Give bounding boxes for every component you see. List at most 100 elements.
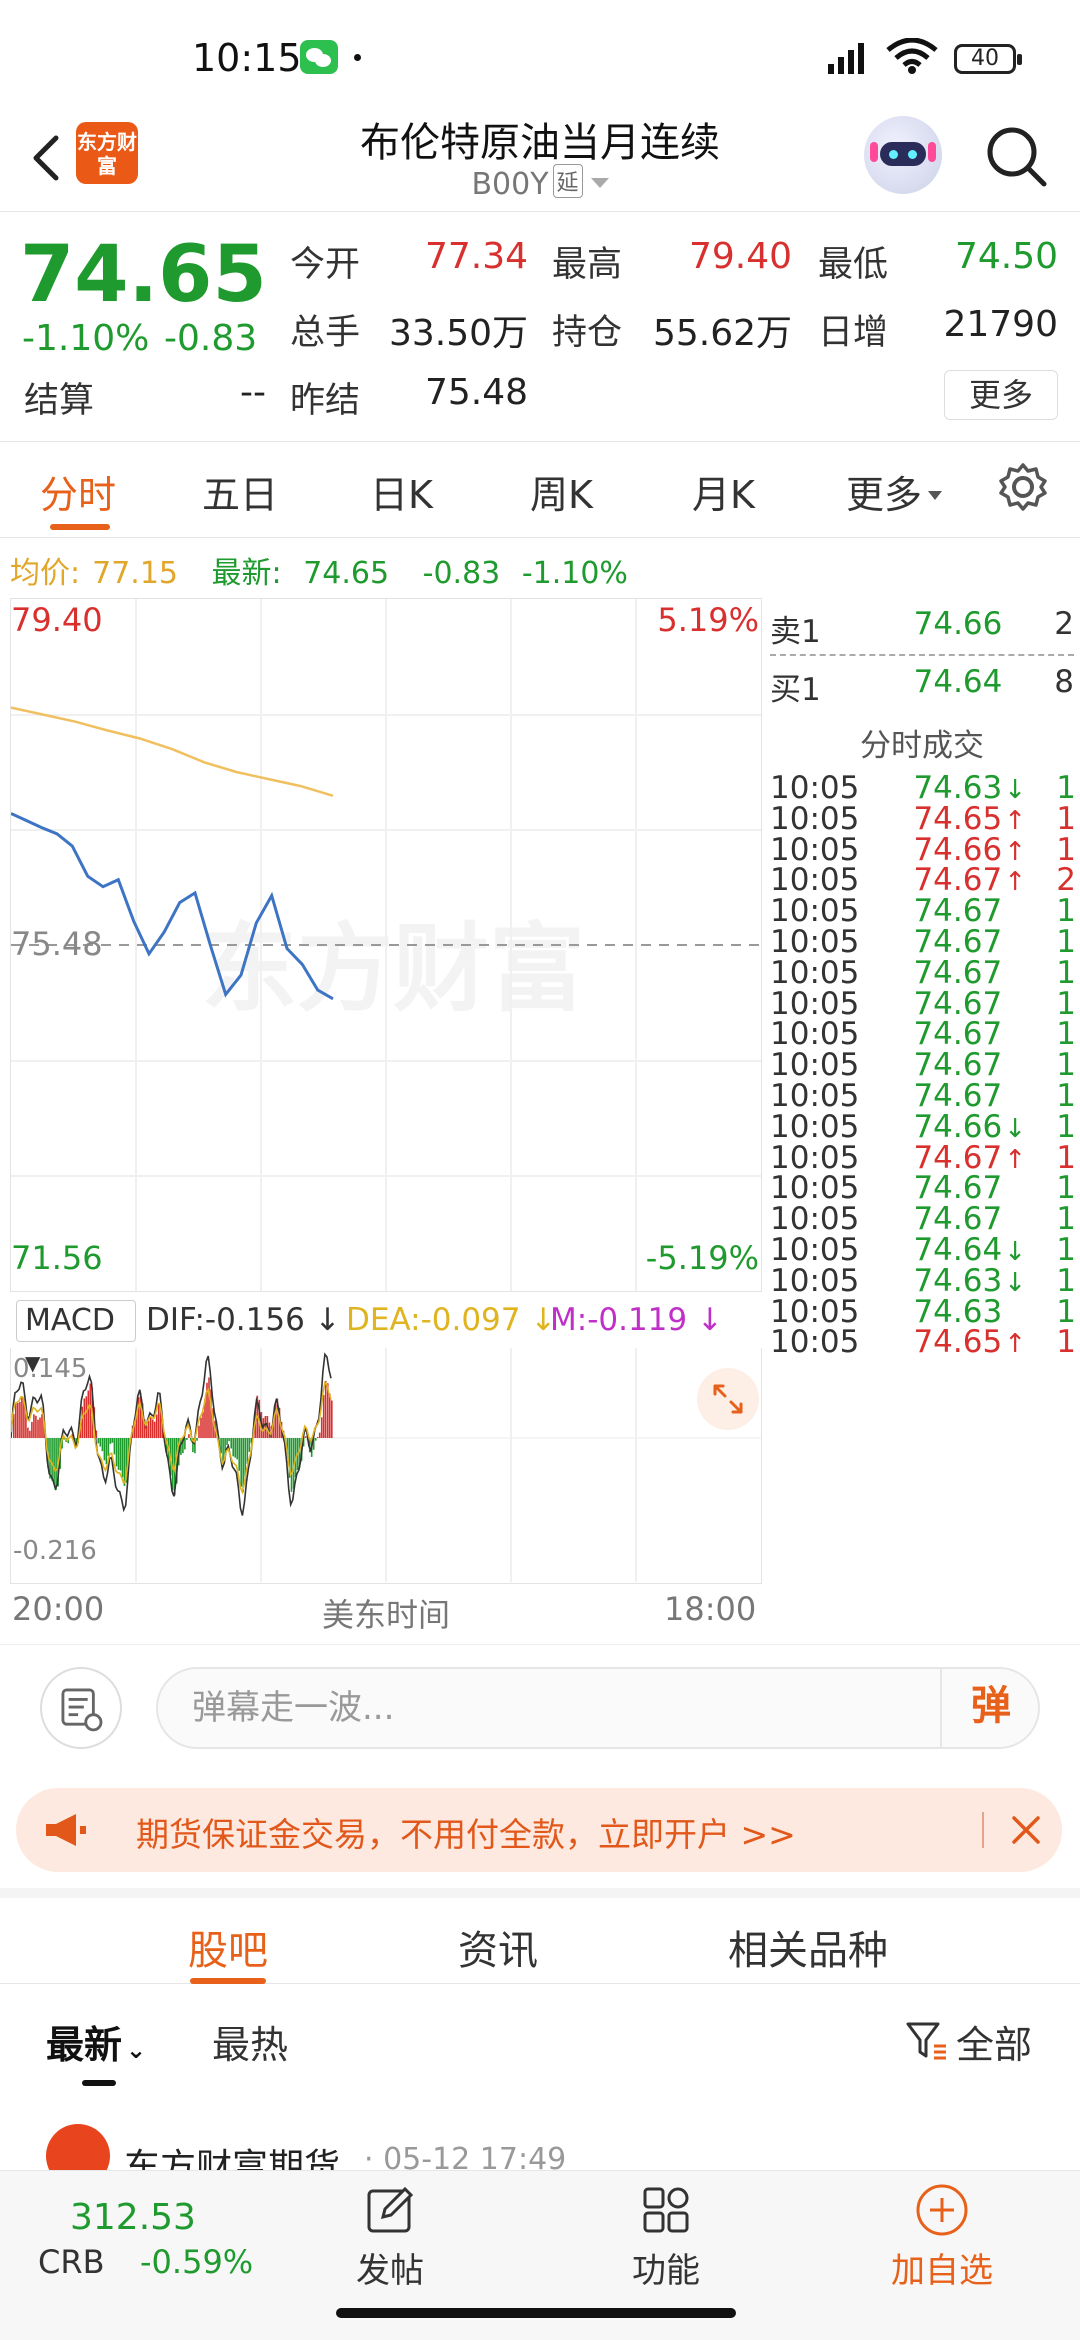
expand-icon[interactable] (697, 1368, 759, 1430)
functions-button-label: 功能 (632, 2251, 700, 2291)
open-interest-label: 持仓 (552, 313, 623, 353)
macd-bar (184, 1438, 186, 1450)
macd-chart[interactable]: 0.145 -0.216 (10, 1348, 762, 1584)
gear-icon[interactable] (998, 462, 1048, 512)
prev-settlement-label: 昨结 (290, 381, 361, 421)
tick-time: 10:05 (770, 1324, 860, 1361)
grid-icon (643, 2187, 689, 2233)
macd-bar (107, 1438, 110, 1456)
macd-bar (318, 1432, 321, 1438)
battery-icon: 40 (954, 44, 1022, 74)
quote-panel: 74.65 -1.10% -0.83 今开 77.34 最高 79.40 最低 … (0, 212, 1080, 442)
tab-weekly-k[interactable]: 周K (530, 464, 593, 519)
tab-forum[interactable]: 股吧 (188, 1918, 268, 1976)
open-label: 今开 (290, 245, 361, 285)
filter-icon[interactable] (904, 2018, 948, 2062)
macd-bar (109, 1438, 112, 1444)
tab-daily-k[interactable]: 日K (370, 464, 433, 519)
order-book: 卖1 74.66 2 买1 74.64 8 分时成交 10:05 74.63↓ 1 1… (764, 598, 1080, 1644)
home-indicator[interactable] (336, 2308, 736, 2318)
change-value: -0.83 (164, 318, 258, 359)
bid-row: 买1 74.64 8 (764, 664, 1080, 710)
tab-more[interactable]: 更多 (846, 464, 943, 519)
wechat-notification-icon (300, 40, 338, 74)
functions-button[interactable]: 功能 (596, 2181, 736, 2292)
macd-bar (331, 1400, 333, 1438)
macd-bar (113, 1438, 116, 1455)
macd-bar (33, 1414, 35, 1438)
notification-dot-icon (354, 54, 361, 61)
post-button[interactable]: 发帖 (320, 2181, 460, 2292)
promo-banner-text: 期货保证金交易，不用付全款，立即开户 >> (136, 1815, 796, 1854)
price-summary-line: 均价: 77.15 最新: 74.65 -0.83 -1.10% (10, 548, 640, 592)
macd-bar (329, 1393, 331, 1438)
ask-price: 74.66 (913, 606, 1003, 642)
macd-bar (117, 1438, 120, 1470)
macd-bar (240, 1438, 242, 1487)
macd-bar (322, 1395, 325, 1438)
sort-hottest[interactable]: 最热 (212, 2014, 288, 2069)
y-axis-mid: 75.48 (11, 925, 103, 963)
macd-bar (236, 1438, 238, 1460)
tab-active-indicator (50, 524, 110, 530)
danmaku-bar: 弹幕走一波... 弹 (0, 1644, 1080, 1768)
macd-bar (186, 1438, 188, 1440)
macd-bar (198, 1425, 200, 1438)
ask-volume: 2 (1054, 606, 1074, 642)
macd-bar (103, 1438, 106, 1461)
app-header: 东方财富 布伦特原油当月连续 B00Y 延 (0, 110, 1080, 212)
high-value: 79.40 (688, 236, 792, 277)
open-interest-value: 55.62万 (652, 313, 792, 354)
macd-bar (304, 1436, 307, 1438)
ask-label: 卖1 (770, 614, 821, 650)
tick-price: 74.65↑ (913, 1324, 1026, 1361)
chevron-down-icon: ⌄ (126, 2036, 147, 2064)
close-icon[interactable] (1010, 1814, 1042, 1846)
indicator-selector[interactable]: MACD ▼ (16, 1300, 136, 1375)
tab-related[interactable]: 相关品种 (728, 1918, 888, 1976)
latest-price: 最新: 74.65 (211, 556, 390, 591)
change-percent: -1.10% (22, 318, 150, 359)
average-price-line (11, 706, 334, 797)
macd-bar (222, 1438, 224, 1463)
search-icon[interactable] (984, 124, 1050, 190)
settlement-label: 结算 (24, 381, 95, 421)
tab-five-day[interactable]: 五日 (202, 464, 278, 519)
macd-bar (316, 1437, 319, 1438)
tab-intraday[interactable]: 分时 (40, 464, 116, 519)
add-watchlist-button[interactable]: 加自选 (872, 2181, 1012, 2292)
macd-bar (35, 1415, 37, 1438)
time-axis-label: 美东时间 (322, 1596, 451, 1634)
macd-bar (89, 1383, 92, 1438)
volume-label: 总手 (290, 313, 361, 353)
contract-code-label: B00Y (471, 167, 549, 202)
ticks-title: 分时成交 (860, 728, 984, 764)
status-bar: 10:15 40 (0, 0, 1080, 110)
danmaku-send-button[interactable]: 弹 (940, 1667, 1040, 1749)
crb-change: -0.59% (140, 2243, 254, 2281)
low-label: 最低 (818, 245, 889, 285)
danmaku-settings-icon[interactable] (40, 1667, 122, 1749)
danmaku-input[interactable]: 弹幕走一波... (156, 1667, 1040, 1749)
macd-bar (238, 1438, 240, 1471)
more-fields-button[interactable]: 更多 (944, 370, 1058, 420)
filter-label[interactable]: 全部 (956, 2014, 1032, 2069)
time-axis-end: 18:00 (664, 1590, 757, 1628)
tab-monthly-k[interactable]: 月K (692, 464, 755, 519)
ask-row: 卖1 74.66 2 (764, 606, 1080, 652)
tab-news[interactable]: 资讯 (458, 1918, 538, 1976)
promo-banner[interactable]: 期货保证金交易，不用付全款，立即开户 >> (16, 1788, 1062, 1872)
macd-dea: DEA:-0.097 ↓ (346, 1302, 557, 1338)
intraday-chart[interactable]: 东方财富 79.40 5.19% 75.48 71.56 -5.19% (10, 598, 762, 1292)
open-value: 77.34 (424, 236, 528, 277)
assistant-robot-icon[interactable] (864, 116, 942, 194)
sort-latest[interactable]: 最新 ⌄ (46, 2014, 146, 2069)
macd-bar (151, 1419, 154, 1438)
avg-price-value: 77.15 (92, 556, 178, 591)
avg-price-label: 均价: 77.15 (10, 556, 178, 591)
daily-increase-label: 日增 (818, 313, 889, 353)
macd-bar (37, 1419, 39, 1438)
macd-bar (248, 1438, 251, 1452)
macd-bottom-value: -0.216 (13, 1536, 97, 1566)
macd-bar (55, 1438, 57, 1490)
